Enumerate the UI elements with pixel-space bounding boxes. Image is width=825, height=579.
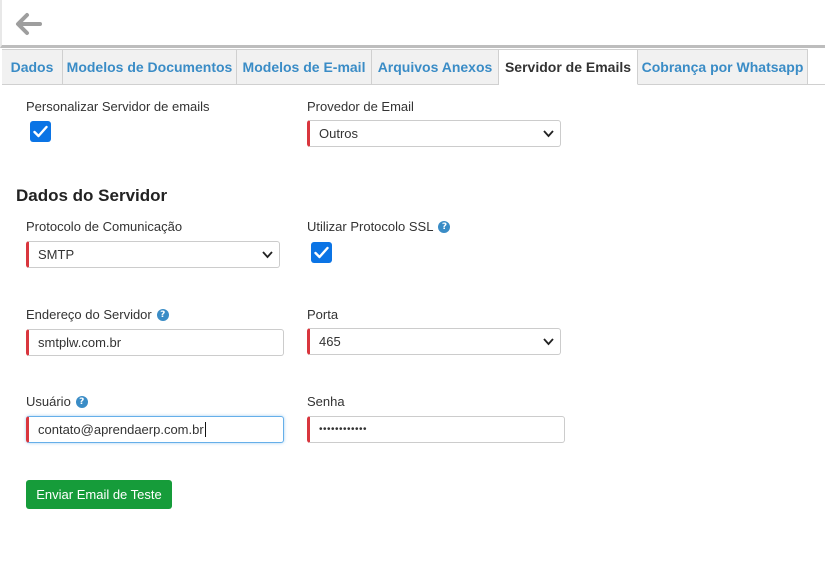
provider-value: Outros [319,126,359,141]
port-select[interactable]: 465 [307,328,561,355]
protocol-value: SMTP [38,247,75,262]
custom-server-label-text: Personalizar Servidor de emails [26,99,210,114]
port-label: Porta [307,307,338,322]
server-address-label: Endereço do Servidor ? [26,307,169,322]
tab-dados[interactable]: Dados [2,49,63,84]
tab-modelos-email[interactable]: Modelos de E-mail [237,49,372,84]
custom-server-label: Personalizar Servidor de emails [26,99,210,114]
password-label: Senha [307,394,345,409]
back-arrow-icon[interactable] [12,9,44,39]
chevron-down-icon [543,130,554,138]
user-input[interactable]: contato@aprendaerp.com.br [26,416,284,443]
ssl-label-text: Utilizar Protocolo SSL [307,219,434,234]
server-address-input[interactable]: smtplw.com.br [26,329,284,356]
text-caret [204,422,206,437]
user-value: contato@aprendaerp.com.br [38,422,204,437]
help-icon[interactable]: ? [156,308,169,321]
top-bar [0,0,825,48]
ssl-checkbox[interactable] [311,242,332,263]
user-label: Usuário ? [26,394,88,409]
port-value: 465 [319,334,341,349]
custom-server-checkbox[interactable] [30,121,51,142]
provider-label: Provedor de Email [307,99,414,114]
help-icon[interactable]: ? [438,220,451,233]
port-label-text: Porta [307,307,339,322]
tab-modelos-documentos[interactable]: Modelos de Documentos [63,49,237,84]
tab-bar: Dados Modelos de Documentos Modelos de E… [2,49,825,85]
chevron-down-icon [543,338,554,346]
protocol-label-text: Protocolo de Comunicação [26,219,183,234]
password-input[interactable]: •••••••••••• [307,416,565,443]
tab-cobranca-whatsapp[interactable]: Cobrança por Whatsapp [638,49,808,84]
user-label-text: Usuário [26,394,71,409]
provider-select[interactable]: Outros [307,120,561,147]
password-value: •••••••••••• [319,424,368,435]
protocol-label: Protocolo de Comunicação [26,219,182,234]
ssl-label: Utilizar Protocolo SSL ? [307,219,451,234]
help-icon[interactable]: ? [75,395,88,408]
checkmark-icon [33,125,48,138]
chevron-down-icon [262,251,273,259]
send-test-email-button[interactable]: Enviar Email de Teste [26,480,172,509]
server-address-label-text: Endereço do Servidor [26,307,152,322]
tab-servidor-emails[interactable]: Servidor de Emails [499,49,638,85]
section-title: Dados do Servidor [16,186,168,205]
server-address-value: smtplw.com.br [38,335,122,350]
password-label-text: Senha [307,394,345,409]
protocol-select[interactable]: SMTP [26,241,280,268]
tab-arquivos-anexos[interactable]: Arquivos Anexos [372,49,499,84]
checkmark-icon [314,246,329,259]
provider-label-text: Provedor de Email [307,99,414,114]
